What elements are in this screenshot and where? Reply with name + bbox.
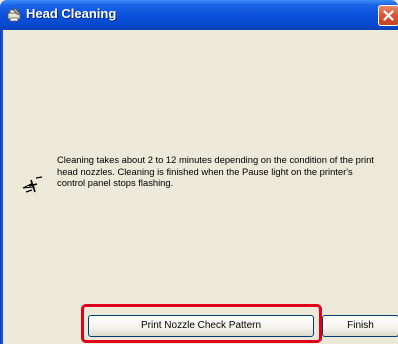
pencil-nozzle-icon xyxy=(20,172,46,198)
highlight-annotation xyxy=(81,304,322,343)
window-title: Head Cleaning xyxy=(26,6,117,21)
window-border xyxy=(0,30,3,344)
title-bar[interactable]: Head Cleaning xyxy=(0,0,398,30)
close-button[interactable] xyxy=(378,5,398,26)
printer-wrench-icon xyxy=(6,7,22,23)
close-icon xyxy=(383,10,394,21)
cleaning-message: Cleaning takes about 2 to 12 minutes dep… xyxy=(57,154,374,188)
head-cleaning-dialog: Head Cleaning Cleaning takes about 2 to … xyxy=(0,0,398,344)
finish-button[interactable]: Finish xyxy=(322,315,398,337)
